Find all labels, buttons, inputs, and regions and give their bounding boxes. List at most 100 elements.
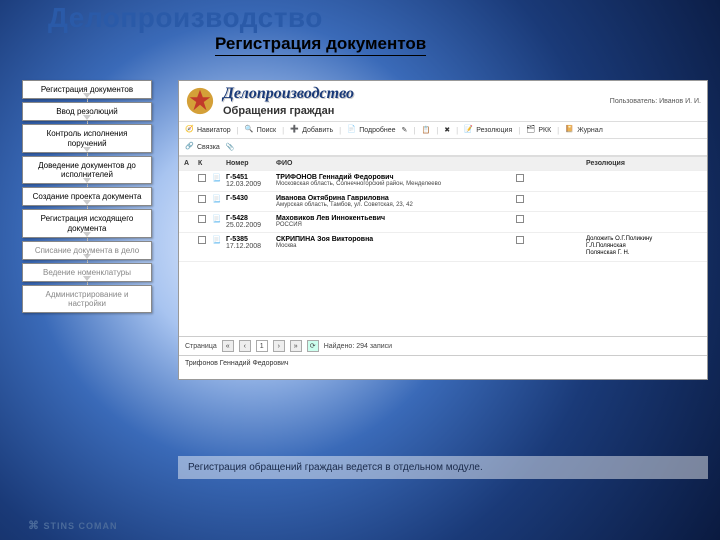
link-icon: 🔗 [185,142,195,152]
journal-button[interactable]: 📔Журнал [565,125,603,135]
search-label: Поиск [257,127,276,134]
page-sub-title: Регистрация документов [215,34,426,56]
cell-flag [182,194,196,196]
doc-icon: 📃 [210,173,224,183]
user-prefix: Пользователь: [610,98,657,105]
detail-panel: Трифонов Геннадий Федорович [179,355,707,379]
record-count: Найдено: 294 записи [324,343,392,350]
table-row[interactable]: 📃 Г-5430 Иванова Октябрина ГавриловнаАму… [179,192,707,212]
add-label: Добавить [302,127,333,134]
link-button[interactable]: 🔗Связка [185,142,220,152]
search-icon: 🔍 [245,125,255,135]
cell-res [584,173,694,175]
cell-mark[interactable] [514,173,584,185]
cell-number: Г-538517.12.2008 [224,235,274,251]
col-res[interactable]: Резолюция [584,159,694,168]
toolbar-main: 🧭Навигатор | 🔍Поиск | ➕Добавить | 📄Подро… [179,122,707,139]
col-k[interactable]: К [196,159,210,168]
next-page-button[interactable]: › [273,340,285,352]
separator: | [557,126,559,135]
cell-mark[interactable] [514,214,584,226]
user-info: Пользователь: Иванов И. И. [610,98,701,105]
separator: | [413,126,415,135]
col-a[interactable]: А [182,159,196,168]
navigator-icon: 🧭 [185,125,195,135]
navigator-button[interactable]: 🧭Навигатор [185,125,231,135]
resolution-button[interactable]: 📝Резолюция [464,125,512,135]
table-row[interactable]: 📃 Г-538517.12.2008 СКРИПИНА Зоя Викторов… [179,233,707,262]
cell-flag [182,235,196,237]
add-button[interactable]: ➕Добавить [290,125,333,135]
col-fio[interactable]: ФИО [274,159,514,168]
status-bar: Страница « ‹ 1 › » ⟳ Найдено: 294 записи [179,336,707,355]
separator: | [518,126,520,135]
doc-icon: 📃 [210,235,224,245]
prev-page-button[interactable]: ‹ [239,340,251,352]
navigator-label: Навигатор [197,127,231,134]
separator: | [456,126,458,135]
rkk-button[interactable]: 🗂РКК [526,125,551,135]
cell-fio: СКРИПИНА Зоя ВикторовнаМосква [274,235,514,250]
journal-label: Журнал [577,127,603,134]
page-label: Страница [185,343,217,350]
copy-button[interactable]: 📋 [421,126,430,134]
detail-text: Трифонов Геннадий Федорович [185,360,289,367]
user-name: Иванов И. И. [659,98,701,105]
cell-number: Г-542825.02.2009 [224,214,274,230]
cell-mark[interactable] [514,194,584,206]
edit-icon-button[interactable]: ✎ [402,126,408,134]
cell-checkbox[interactable] [196,235,210,247]
attach-button[interactable]: 📎 [226,143,235,151]
sidebar: Регистрация документов Ввод резолюций Ко… [22,80,152,331]
cell-checkbox[interactable] [196,173,210,185]
col-blank [210,159,224,161]
last-page-button[interactable]: » [290,340,302,352]
resolution-label: Резолюция [476,127,512,134]
details-icon: 📄 [347,125,357,135]
grid-header: А К Номер ФИО Резолюция [179,157,707,171]
cell-fio: ТРИФОНОВ Геннадий ФедоровичМосковская об… [274,173,514,188]
logo-icon: ⌘ [28,520,40,532]
cell-number: Г-545112.03.2009 [224,173,274,189]
emblem-icon [185,86,215,116]
col-num[interactable]: Номер [224,159,274,168]
cell-checkbox[interactable] [196,194,210,206]
cell-flag [182,214,196,216]
table-row[interactable]: 📃 Г-542825.02.2009 Маховиков Лев Иннокен… [179,212,707,233]
search-button[interactable]: 🔍Поиск [245,125,276,135]
table-row[interactable]: 📃 Г-545112.03.2009 ТРИФОНОВ Геннадий Фед… [179,171,707,192]
separator: | [436,126,438,135]
separator: | [339,126,341,135]
separator: | [237,126,239,135]
cell-fio: Иванова Октябрина ГавриловнаАмурская обл… [274,194,514,209]
logo-text: STINS COMAN [44,521,118,531]
page-number[interactable]: 1 [256,340,268,352]
app-window: Делопроизводство Обращения граждан Польз… [178,80,708,380]
page-main-title: Делопроизводство [48,2,323,34]
data-grid: А К Номер ФИО Резолюция 📃 Г-545112.03.20… [179,156,707,336]
delete-button[interactable]: ✖ [444,126,450,134]
details-button[interactable]: 📄Подробнее [347,125,395,135]
cell-res [584,194,694,196]
window-header: Делопроизводство Обращения граждан Польз… [179,81,707,122]
add-icon: ➕ [290,125,300,135]
cell-res: Доложить О.Г.ПоликинуГ.Л.Полянская Полян… [584,235,694,259]
brand-logo: ⌘ STINS COMAN [28,519,118,532]
section-title: Обращения граждан [223,105,610,117]
cell-mark[interactable] [514,235,584,247]
first-page-button[interactable]: « [222,340,234,352]
doc-icon: 📃 [210,214,224,224]
toolbar-secondary: 🔗Связка 📎 [179,139,707,156]
details-label: Подробнее [359,127,395,134]
flow-admin[interactable]: Администрирование и настройки [22,285,152,313]
journal-icon: 📔 [565,125,575,135]
slide-caption: Регистрация обращений граждан ведется в … [178,456,708,479]
doc-icon: 📃 [210,194,224,204]
separator: | [282,126,284,135]
cell-fio: Маховиков Лев ИннокентьевичРОССИЯ [274,214,514,229]
refresh-button[interactable]: ⟳ [307,340,319,352]
link-label: Связка [197,144,220,151]
cell-number: Г-5430 [224,194,274,203]
resolution-icon: 📝 [464,125,474,135]
cell-checkbox[interactable] [196,214,210,226]
